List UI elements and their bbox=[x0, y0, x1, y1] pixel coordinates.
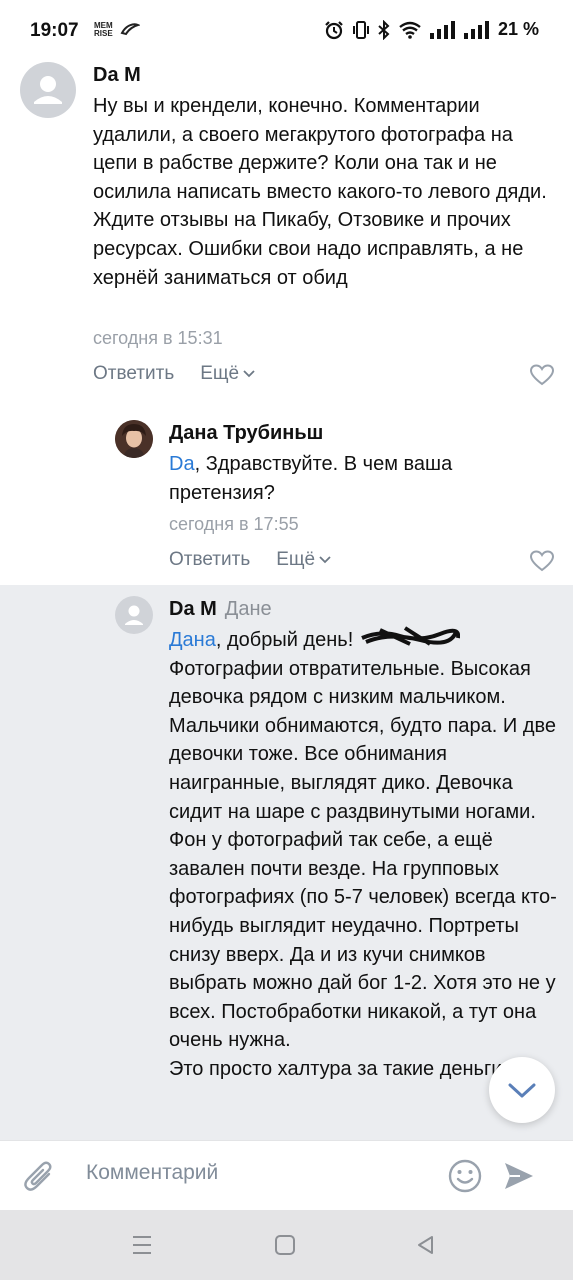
system-nav-bar bbox=[0, 1210, 573, 1280]
mention-link[interactable]: Da bbox=[169, 453, 195, 475]
home-icon[interactable] bbox=[274, 1234, 296, 1256]
status-icons: 21 % bbox=[324, 19, 539, 40]
comment-actions: Ответить Ещё bbox=[93, 363, 256, 385]
back-icon[interactable] bbox=[414, 1234, 436, 1256]
paperclip-icon[interactable] bbox=[22, 1157, 56, 1195]
chevron-down-icon bbox=[508, 1083, 536, 1098]
comment-input[interactable] bbox=[86, 1161, 406, 1185]
comment-text: Da, Здравствуйте. В чем ваша претензия? bbox=[169, 453, 453, 504]
comment-author[interactable]: Da M Дане bbox=[169, 598, 272, 621]
user-photo bbox=[115, 420, 153, 458]
chevron-down-icon bbox=[319, 556, 331, 564]
chevron-down-icon bbox=[243, 370, 255, 378]
heart-icon[interactable] bbox=[529, 549, 555, 573]
signal-icon-1 bbox=[429, 20, 455, 39]
more-button[interactable]: Ещё bbox=[200, 363, 256, 385]
send-icon[interactable] bbox=[502, 1159, 536, 1193]
comment-actions: Ответить Ещё bbox=[169, 549, 332, 571]
user-placeholder-icon bbox=[34, 76, 62, 104]
avatar[interactable] bbox=[115, 596, 153, 634]
scribble-redaction bbox=[361, 626, 460, 646]
reply-to-label: Дане bbox=[224, 598, 272, 620]
avatar[interactable] bbox=[115, 420, 153, 458]
comment-time: сегодня в 17:55 bbox=[169, 514, 299, 534]
comment-composer bbox=[0, 1140, 573, 1210]
comment-time: сегодня в 15:31 bbox=[93, 328, 223, 348]
status-bar: 19:07 MEM RISE 21 % bbox=[0, 0, 573, 62]
more-button[interactable]: Ещё bbox=[276, 549, 332, 571]
comment-author[interactable]: Da M bbox=[93, 64, 141, 87]
reply-button[interactable]: Ответить bbox=[169, 549, 250, 571]
reply-button[interactable]: Ответить bbox=[93, 363, 174, 385]
alarm-icon bbox=[325, 20, 343, 39]
comment-text: Ну вы и крендели, конечно. Комментарии у… bbox=[93, 95, 547, 289]
scroll-down-button[interactable] bbox=[489, 1057, 555, 1123]
battery-level: 21 % bbox=[497, 19, 539, 39]
avatar[interactable] bbox=[20, 62, 76, 118]
user-placeholder-icon bbox=[125, 605, 143, 625]
vibrate-icon bbox=[352, 20, 369, 39]
memrise-icon: MEM RISE bbox=[94, 21, 113, 38]
bluetooth-icon bbox=[378, 19, 390, 40]
status-time: 19:07 bbox=[30, 20, 79, 41]
heart-icon[interactable] bbox=[529, 363, 555, 387]
signal-icon-2 bbox=[463, 20, 489, 39]
wifi-icon bbox=[399, 21, 421, 39]
comment-author[interactable]: Дана Трубиньш bbox=[169, 422, 323, 445]
app-notification-icon bbox=[120, 22, 141, 36]
emoji-icon[interactable] bbox=[447, 1158, 483, 1194]
recent-apps-icon[interactable] bbox=[131, 1234, 153, 1256]
mention-link[interactable]: Дана bbox=[169, 629, 216, 651]
